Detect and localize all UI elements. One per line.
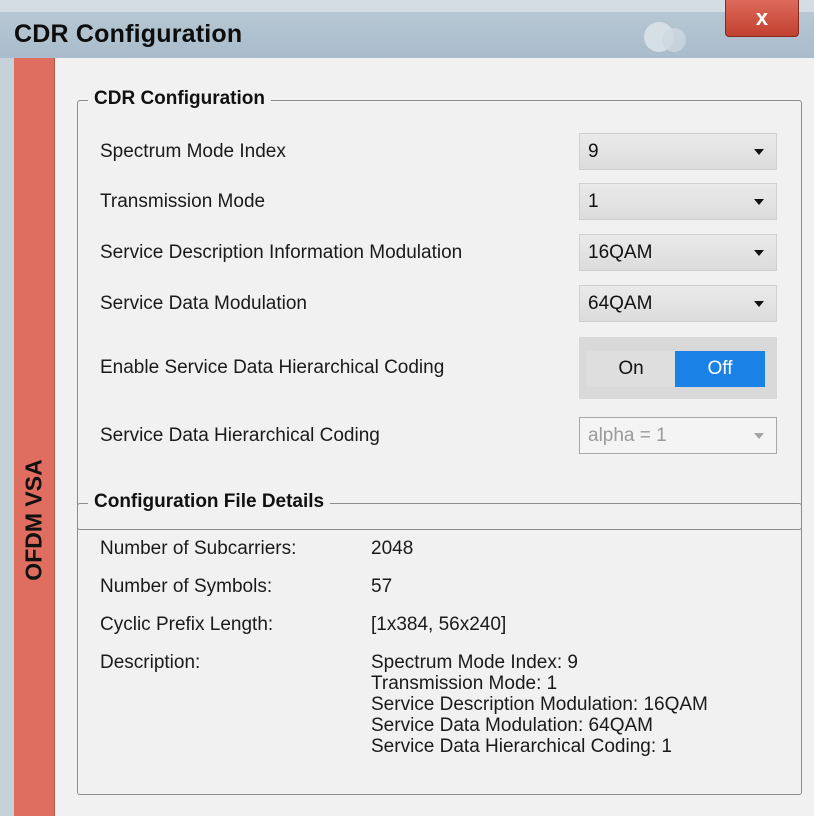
transmission-mode-dropdown[interactable]: 1 (579, 183, 777, 220)
cdr-configuration-group: CDR Configuration Spectrum Mode Index 9 … (77, 88, 802, 530)
title-bar: CDR Configuration (0, 12, 814, 59)
file-details-group-title: Configuration File Details (88, 491, 331, 513)
top-strip (0, 0, 814, 12)
symbols-value: 57 (371, 576, 393, 597)
chevron-down-icon (754, 149, 764, 155)
chevron-down-icon (754, 199, 764, 205)
symbols-label: Number of Symbols: (100, 576, 273, 597)
service-data-modulation-dropdown[interactable]: 64QAM (579, 285, 777, 322)
side-tab-label: OFDM VSA (20, 459, 47, 581)
description-line: Transmission Mode: 1 (371, 673, 558, 694)
spectrum-mode-index-dropdown[interactable]: 9 (579, 133, 777, 170)
cyclic-prefix-label: Cyclic Prefix Length: (100, 614, 274, 635)
chevron-down-icon (754, 301, 764, 307)
subcarriers-label: Number of Subcarriers: (100, 538, 297, 559)
spectrum-mode-index-label: Spectrum Mode Index (100, 141, 286, 162)
description-line: Spectrum Mode Index: 9 (371, 652, 578, 673)
dropdown-value: 64QAM (588, 293, 653, 314)
hierarchical-coding-dropdown: alpha = 1 (579, 417, 777, 454)
left-margin (0, 58, 14, 816)
hierarchical-coding-label: Service Data Hierarchical Coding (100, 425, 380, 446)
dropdown-value: 9 (588, 141, 599, 162)
dialog-content: CDR Configuration Spectrum Mode Index 9 … (55, 58, 814, 816)
cdr-group-title: CDR Configuration (88, 88, 271, 110)
cdr-configuration-window: CDR Configuration x OFDM VSA CDR Configu… (0, 0, 814, 816)
subcarriers-value: 2048 (371, 538, 414, 559)
description-label: Description: (100, 652, 201, 673)
dropdown-value: 1 (588, 191, 599, 212)
chevron-down-icon (754, 250, 764, 256)
dropdown-value: 16QAM (588, 242, 653, 263)
dropdown-value: alpha = 1 (588, 425, 667, 446)
description-line: Service Data Modulation: 64QAM (371, 715, 653, 736)
transmission-mode-label: Transmission Mode (100, 191, 266, 212)
window-title: CDR Configuration (14, 20, 243, 48)
enable-hierarchical-coding-label: Enable Service Data Hierarchical Coding (100, 357, 445, 378)
configuration-file-details-group: Configuration File Details Number of Sub… (77, 491, 802, 795)
cyclic-prefix-value: [1x384, 56x240] (371, 614, 507, 635)
close-button[interactable]: x (725, 0, 799, 37)
sdi-modulation-dropdown[interactable]: 16QAM (579, 234, 777, 271)
side-tab-ofdm-vsa[interactable]: OFDM VSA (14, 58, 55, 816)
description-line: Service Description Modulation: 16QAM (371, 694, 708, 715)
chevron-down-icon (754, 433, 764, 439)
service-data-modulation-label: Service Data Modulation (100, 293, 307, 314)
toggle-off-button[interactable]: Off (675, 351, 765, 387)
toggle-on-button[interactable]: On (587, 351, 675, 387)
close-icon: x (755, 5, 769, 30)
hierarchical-coding-toggle: On Off (579, 337, 777, 399)
decoration-circle-icon (662, 28, 686, 52)
description-line: Service Data Hierarchical Coding: 1 (371, 736, 672, 757)
sdi-modulation-label: Service Description Information Modulati… (100, 242, 463, 263)
